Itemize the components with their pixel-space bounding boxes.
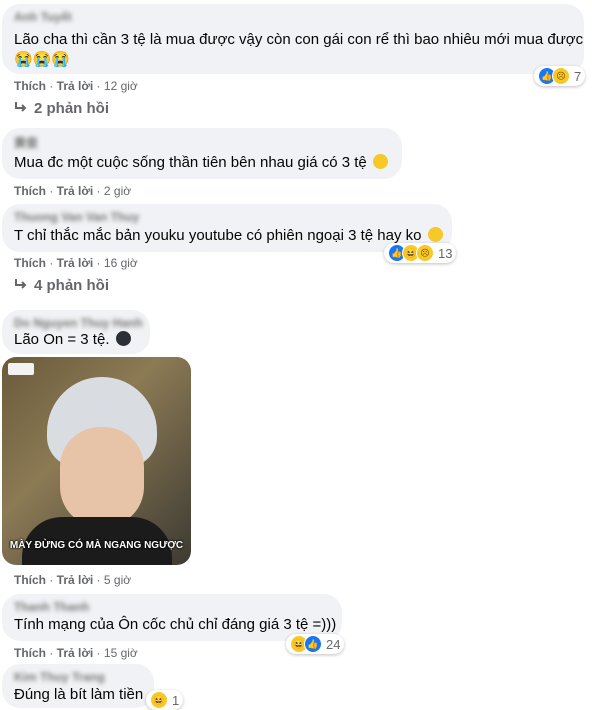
- view-replies-button[interactable]: 4 phản hồi: [14, 277, 109, 294]
- comment-author[interactable]: Anh Tuyết: [14, 10, 72, 24]
- sad-emoji-icon: [427, 227, 443, 242]
- sad-reaction-icon: ☹: [416, 244, 434, 262]
- comment-actions: Thích · Trả lời · 12 giờ: [14, 79, 138, 93]
- comment-text: Lão On = 3 tệ.: [14, 330, 131, 350]
- comment-text: Lão cha thì cần 3 tệ là mua được vậy còn…: [14, 31, 584, 48]
- reply-arrow-icon: [14, 100, 30, 117]
- comment-time[interactable]: 5 giờ: [104, 573, 131, 587]
- reaction-summary[interactable]: 👍 😆 ☹ 13: [384, 243, 457, 263]
- comment-text-body: T chỉ thắc mắc bản youku youtube có phiê…: [14, 227, 422, 244]
- comment-text: T chỉ thắc mắc bản youku youtube có phiê…: [14, 226, 443, 246]
- comment-author[interactable]: Thuong Van Van Thuy: [14, 210, 139, 224]
- bomb-emoji-icon: [115, 331, 131, 346]
- comment-image[interactable]: MÀY ĐỪNG CÓ MÀ NGANG NGƯỢC: [2, 357, 191, 565]
- haha-reaction-icon: 😆: [150, 691, 168, 709]
- sad-reaction-icon: ☹: [552, 67, 570, 85]
- comment-emoji-line: 😭😭😭: [14, 50, 70, 70]
- comment-author[interactable]: Thanh Thanh: [14, 600, 89, 614]
- comment-time[interactable]: 16 giờ: [104, 256, 138, 270]
- view-replies-button[interactable]: 2 phản hồi: [14, 100, 109, 117]
- replies-label: 2 phản hồi: [34, 100, 109, 117]
- comment-actions: Thích · Trả lời · 5 giờ: [14, 573, 132, 587]
- reaction-count: 1: [172, 692, 180, 708]
- comment-actions: Thích · Trả lời · 16 giờ: [14, 256, 138, 270]
- comment-text-body: Lão On = 3 tệ.: [14, 331, 110, 348]
- smile-emoji-icon: [372, 154, 388, 169]
- comment-text: Mua đc một cuộc sống thần tiên bên nhau …: [14, 153, 388, 173]
- comment-text: Đúng là bít làm tiền: [14, 686, 144, 703]
- comment-bubble: Do Nguyen Thuy Hanh Lão On = 3 tệ.: [2, 310, 150, 354]
- comment-time[interactable]: 15 giờ: [104, 646, 138, 660]
- like-link[interactable]: Thích: [14, 646, 46, 660]
- comment-time[interactable]: 12 giờ: [104, 79, 138, 93]
- like-link[interactable]: Thích: [14, 79, 46, 93]
- image-face: [60, 427, 144, 527]
- comment-bubble: 黄俊 Mua đc một cuộc sống thần tiên bên nh…: [2, 128, 402, 179]
- comment-text-body: Mua đc một cuộc sống thần tiên bên nhau …: [14, 154, 367, 171]
- reaction-summary[interactable]: 😆 1: [146, 690, 184, 710]
- comment-author[interactable]: Kim Thuy Trang: [14, 670, 105, 684]
- comment-bubble: Thuong Van Van Thuy T chỉ thắc mắc bản y…: [2, 204, 452, 252]
- like-link[interactable]: Thích: [14, 573, 46, 587]
- watermark-logo: [8, 363, 34, 375]
- like-link[interactable]: Thích: [14, 184, 46, 198]
- reply-link[interactable]: Trả lời: [57, 646, 94, 660]
- like-link[interactable]: Thích: [14, 256, 46, 270]
- like-reaction-icon: 👍: [304, 635, 322, 653]
- reply-link[interactable]: Trả lời: [57, 79, 94, 93]
- comment-text: Tính mạng của Ôn cốc chủ chỉ đáng giá 3 …: [14, 616, 337, 633]
- image-caption: MÀY ĐỪNG CÓ MÀ NGANG NGƯỢC: [9, 540, 184, 551]
- comment-author[interactable]: 黄俊: [14, 134, 38, 151]
- reaction-count: 7: [574, 68, 582, 84]
- reply-link[interactable]: Trả lời: [57, 256, 94, 270]
- comment-actions: Thích · Trả lời · 2 giờ: [14, 184, 132, 198]
- comment-actions: Thích · Trả lời · 15 giờ: [14, 646, 138, 660]
- reaction-count: 13: [438, 245, 453, 261]
- comment-author[interactable]: Do Nguyen Thuy Hanh: [14, 316, 143, 330]
- replies-label: 4 phản hồi: [34, 277, 109, 294]
- crying-emoji-icon: 😭😭😭: [14, 51, 71, 68]
- reaction-summary[interactable]: 👍 ☹ 7: [534, 66, 586, 86]
- comment-bubble: Kim Thuy Trang Đúng là bít làm tiền: [2, 664, 154, 708]
- reaction-count: 24: [326, 636, 341, 652]
- reply-arrow-icon: [14, 277, 30, 294]
- reply-link[interactable]: Trả lời: [57, 184, 94, 198]
- reply-link[interactable]: Trả lời: [57, 573, 94, 587]
- comment-bubble: Anh Tuyết Lão cha thì cần 3 tệ là mua đư…: [2, 4, 584, 74]
- comment-time[interactable]: 2 giờ: [104, 184, 131, 198]
- reaction-summary[interactable]: 😆 👍 24: [286, 634, 345, 654]
